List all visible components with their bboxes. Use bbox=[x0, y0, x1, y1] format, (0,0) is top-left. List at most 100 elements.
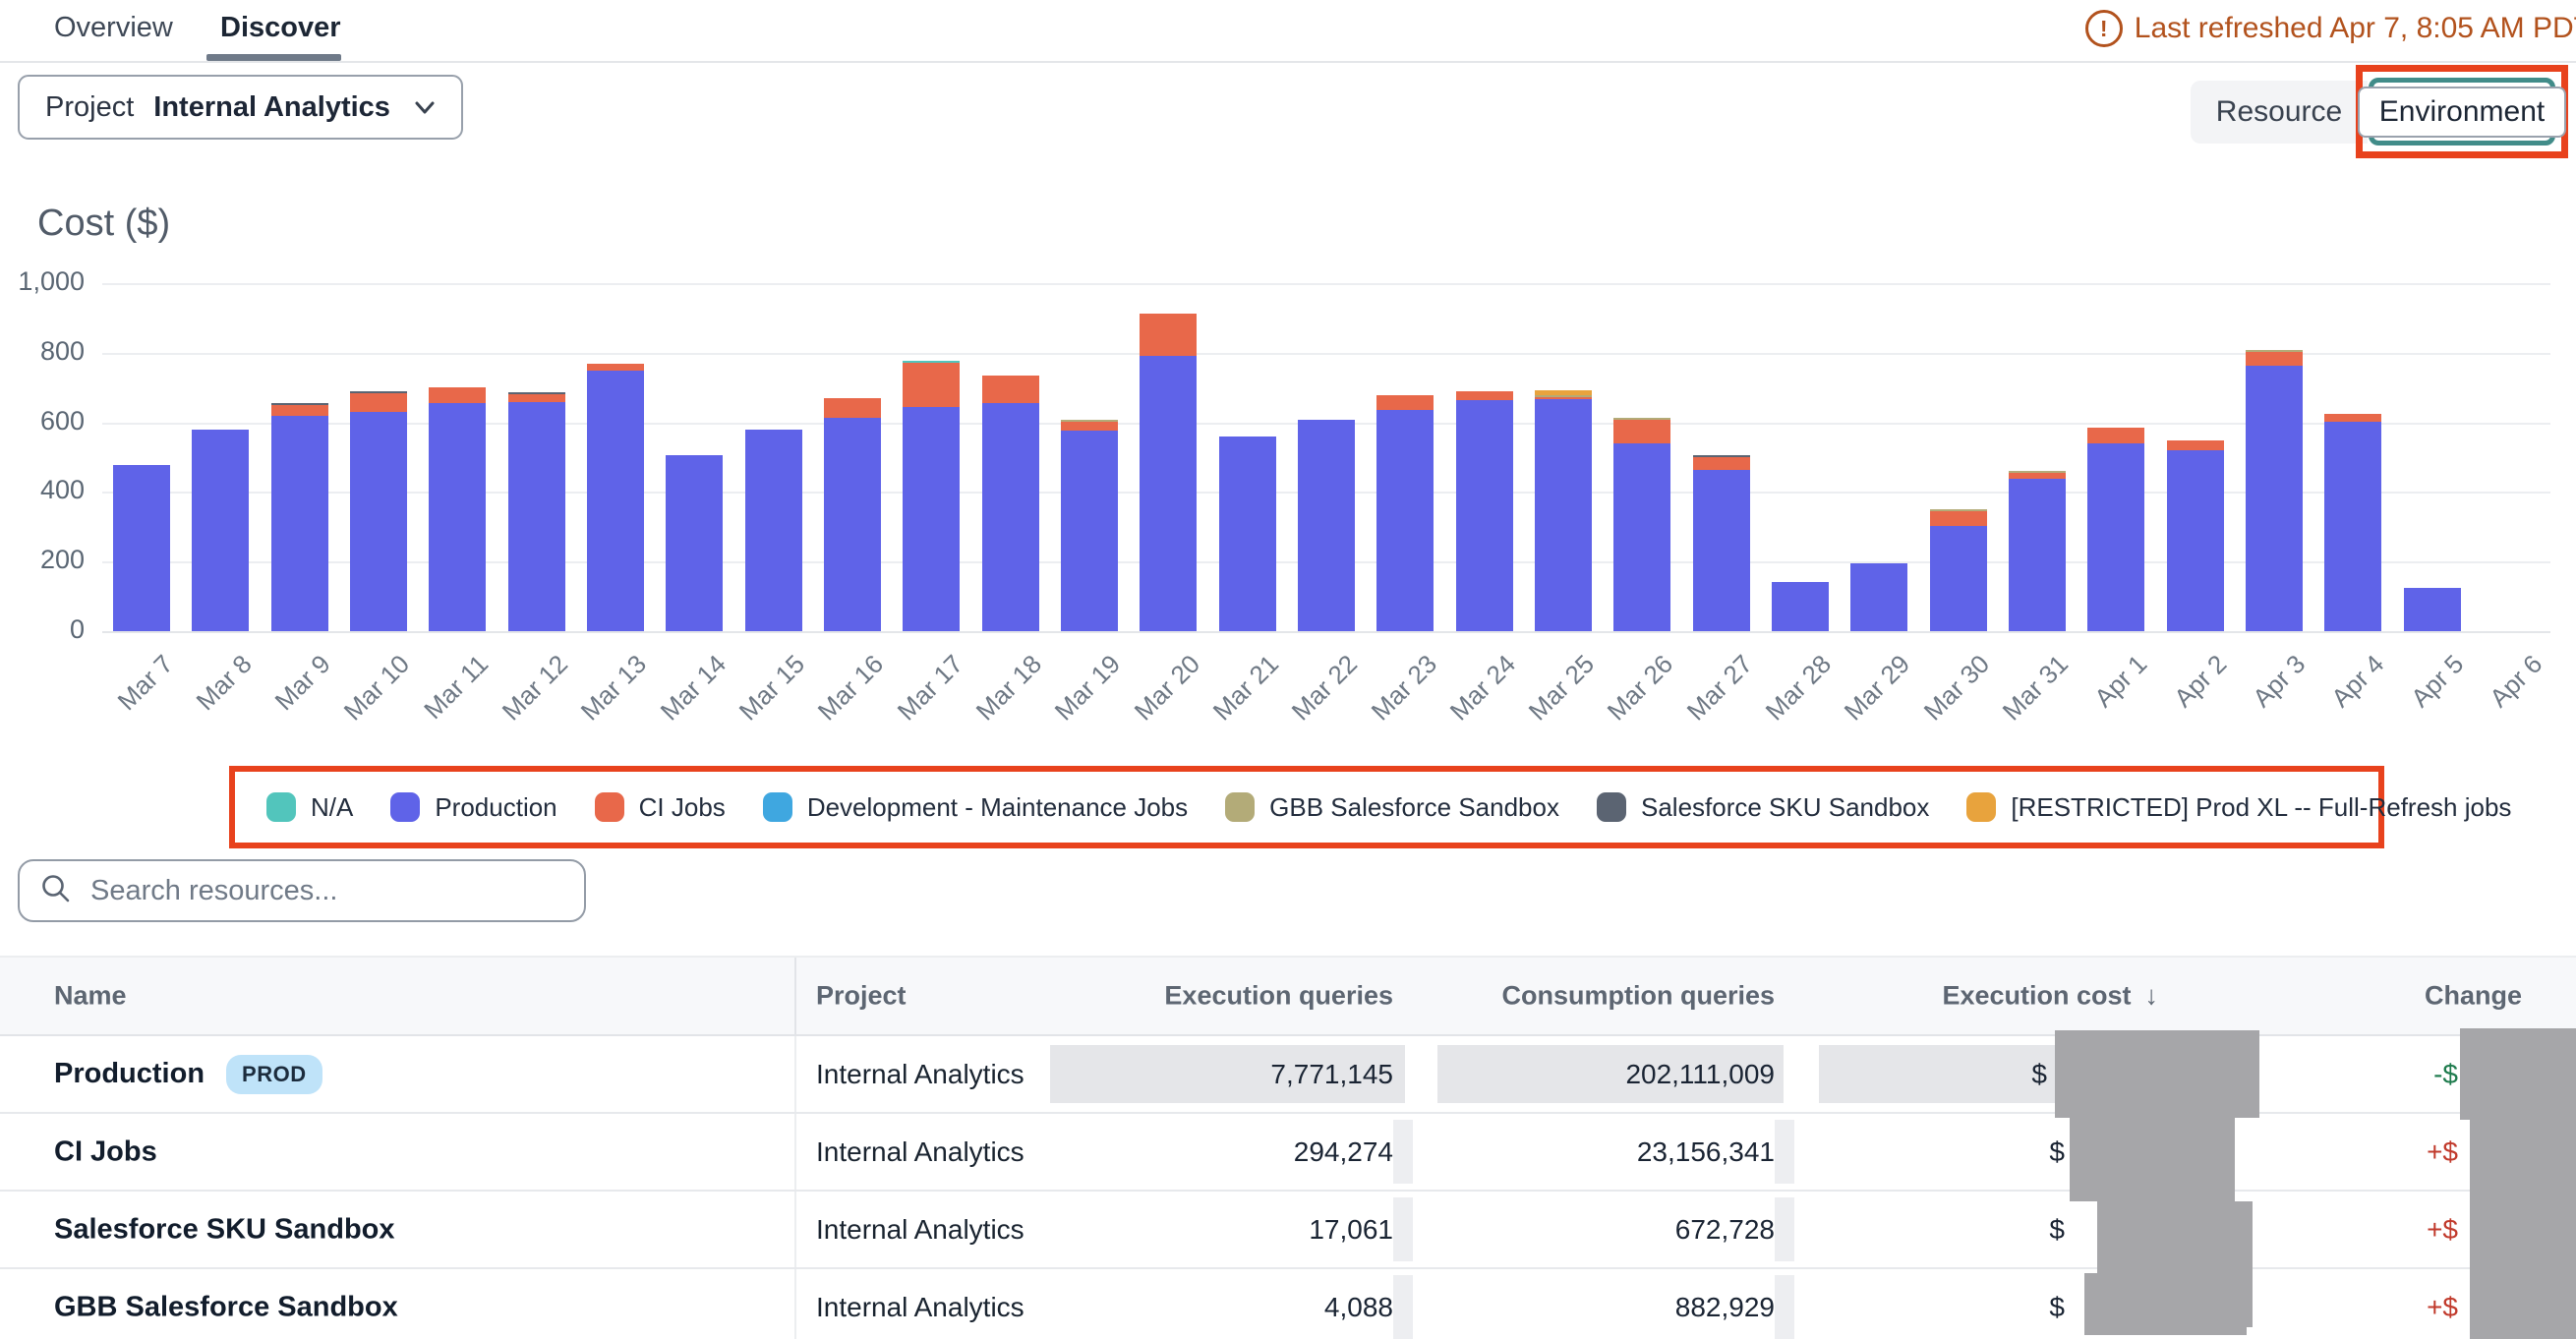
highlight-sliver bbox=[1393, 1197, 1413, 1261]
bar-segment bbox=[587, 364, 644, 371]
bar-mar-25[interactable] bbox=[1535, 390, 1592, 631]
redacted-value bbox=[2470, 1261, 2576, 1339]
bar-segment bbox=[1456, 391, 1513, 401]
bar-mar-7[interactable] bbox=[113, 465, 170, 631]
project-cell: Internal Analytics bbox=[816, 1136, 1025, 1168]
bar-segment bbox=[1613, 420, 1670, 442]
bar-mar-31[interactable] bbox=[2009, 471, 2066, 631]
bar-segment bbox=[1613, 443, 1670, 631]
toggle-resource-button[interactable]: Resource bbox=[2191, 81, 2368, 144]
bar-slot bbox=[1524, 283, 1603, 631]
bar-slot bbox=[2472, 283, 2550, 631]
resource-name: Salesforce SKU Sandbox bbox=[54, 1213, 395, 1246]
execution-cost-cell: $ bbox=[2049, 1214, 2065, 1246]
legend-item[interactable]: [RESTRICTED] Prod XL -- Full-Refresh job… bbox=[1966, 792, 2511, 823]
bar-mar-28[interactable] bbox=[1772, 582, 1829, 631]
bar-mar-10[interactable] bbox=[350, 391, 407, 631]
bar-mar-23[interactable] bbox=[1376, 395, 1434, 631]
bar-segment bbox=[1772, 582, 1829, 631]
bar-apr-1[interactable] bbox=[2087, 428, 2144, 631]
bar-mar-30[interactable] bbox=[1930, 509, 1987, 631]
x-axis-label: Apr 4 bbox=[2325, 649, 2390, 714]
bar-segment bbox=[271, 416, 328, 631]
bar-mar-11[interactable] bbox=[429, 387, 486, 631]
last-refreshed-text: Last refreshed Apr 7, 8:05 AM PDT bbox=[2135, 12, 2576, 45]
bar-apr-3[interactable] bbox=[2246, 350, 2303, 631]
column-header-execution-cost[interactable]: Execution cost ↓ bbox=[1942, 981, 2158, 1012]
bar-mar-14[interactable] bbox=[666, 455, 723, 631]
bar-mar-24[interactable] bbox=[1456, 391, 1513, 631]
bar-slot bbox=[181, 283, 260, 631]
bar-mar-21[interactable] bbox=[1219, 437, 1276, 631]
tab-overview[interactable]: Overview bbox=[54, 12, 173, 44]
bar-mar-16[interactable] bbox=[824, 398, 881, 631]
active-tab-underline bbox=[206, 54, 341, 61]
bar-mar-13[interactable] bbox=[587, 364, 644, 631]
bar-segment bbox=[903, 363, 960, 406]
search-input[interactable] bbox=[88, 874, 564, 908]
consumption-queries-cell: 672,728 bbox=[1675, 1214, 1775, 1246]
search-icon bbox=[39, 872, 73, 910]
bar-mar-29[interactable] bbox=[1850, 563, 1907, 631]
change-cell: +$ bbox=[2427, 1214, 2458, 1246]
x-label-slot: Mar 29 bbox=[1840, 641, 1918, 734]
x-axis-label: Mar 14 bbox=[654, 649, 732, 727]
legend-item[interactable]: N/A bbox=[266, 792, 353, 823]
table-row[interactable]: GBB Salesforce SandboxInternal Analytics… bbox=[0, 1269, 2576, 1339]
bar-apr-2[interactable] bbox=[2167, 440, 2224, 631]
bar-mar-20[interactable] bbox=[1140, 314, 1197, 631]
column-header-name[interactable]: Name bbox=[54, 981, 127, 1012]
table-row[interactable]: Salesforce SKU SandboxInternal Analytics… bbox=[0, 1192, 2576, 1269]
consumption-queries-cell: 202,111,009 bbox=[1625, 1059, 1775, 1090]
column-header-execution-queries[interactable]: Execution queries bbox=[1164, 981, 1393, 1012]
legend-item[interactable]: GBB Salesforce Sandbox bbox=[1225, 792, 1559, 823]
gridline bbox=[102, 631, 2550, 633]
bar-slot bbox=[1050, 283, 1129, 631]
change-cell: +$ bbox=[2427, 1292, 2458, 1323]
x-axis-label: Mar 20 bbox=[1128, 649, 1205, 727]
x-axis-label: Apr 5 bbox=[2405, 649, 2470, 714]
column-header-project[interactable]: Project bbox=[816, 981, 907, 1012]
bar-slot bbox=[2313, 283, 2392, 631]
bar-segment bbox=[1298, 420, 1355, 631]
project-filter-dropdown[interactable]: Project Internal Analytics bbox=[18, 75, 463, 140]
column-header-change[interactable]: Change bbox=[2425, 981, 2522, 1012]
table-row[interactable]: CI JobsInternal Analytics294,27423,156,3… bbox=[0, 1114, 2576, 1192]
tab-discover[interactable]: Discover bbox=[220, 12, 341, 44]
column-header-consumption-queries[interactable]: Consumption queries bbox=[1501, 981, 1775, 1012]
highlight-sliver bbox=[1775, 1275, 1794, 1339]
bar-mar-15[interactable] bbox=[745, 430, 802, 631]
bar-slot bbox=[1761, 283, 1840, 631]
bar-slot bbox=[2077, 283, 2155, 631]
bar-mar-19[interactable] bbox=[1061, 420, 1118, 631]
bar-mar-26[interactable] bbox=[1613, 418, 1670, 631]
bar-apr-5[interactable] bbox=[2404, 588, 2461, 631]
bar-mar-27[interactable] bbox=[1693, 455, 1750, 631]
legend-item[interactable]: Salesforce SKU Sandbox bbox=[1597, 792, 1929, 823]
legend-item[interactable]: Production bbox=[390, 792, 556, 823]
bar-segment bbox=[2324, 414, 2381, 422]
bar-mar-8[interactable] bbox=[192, 430, 249, 631]
x-axis-label: Apr 2 bbox=[2168, 649, 2233, 714]
bar-mar-18[interactable] bbox=[982, 376, 1039, 631]
legend-item[interactable]: CI Jobs bbox=[595, 792, 726, 823]
x-label-slot: Mar 10 bbox=[339, 641, 418, 734]
x-axis-label: Mar 16 bbox=[812, 649, 890, 727]
x-label-slot: Mar 25 bbox=[1524, 641, 1603, 734]
bar-mar-12[interactable] bbox=[508, 392, 565, 631]
bar-mar-22[interactable] bbox=[1298, 420, 1355, 631]
x-axis-label: Mar 31 bbox=[1997, 649, 2075, 727]
toggle-environment-button[interactable]: Environment bbox=[2358, 87, 2566, 138]
bar-mar-17[interactable] bbox=[903, 361, 960, 631]
bar-apr-4[interactable] bbox=[2324, 414, 2381, 631]
x-axis-labels: Mar 7Mar 8Mar 9Mar 10Mar 11Mar 12Mar 13M… bbox=[102, 641, 2550, 734]
execution-queries-cell: 294,274 bbox=[1294, 1136, 1393, 1168]
bar-segment bbox=[982, 376, 1039, 403]
bar-segment bbox=[1535, 399, 1592, 631]
legend-item[interactable]: Development - Maintenance Jobs bbox=[763, 792, 1188, 823]
x-label-slot: Mar 16 bbox=[813, 641, 892, 734]
project-filter-label: Project bbox=[45, 91, 134, 124]
bar-mar-9[interactable] bbox=[271, 403, 328, 631]
legend-item-label: CI Jobs bbox=[639, 792, 726, 823]
bar-slot bbox=[971, 283, 1050, 631]
